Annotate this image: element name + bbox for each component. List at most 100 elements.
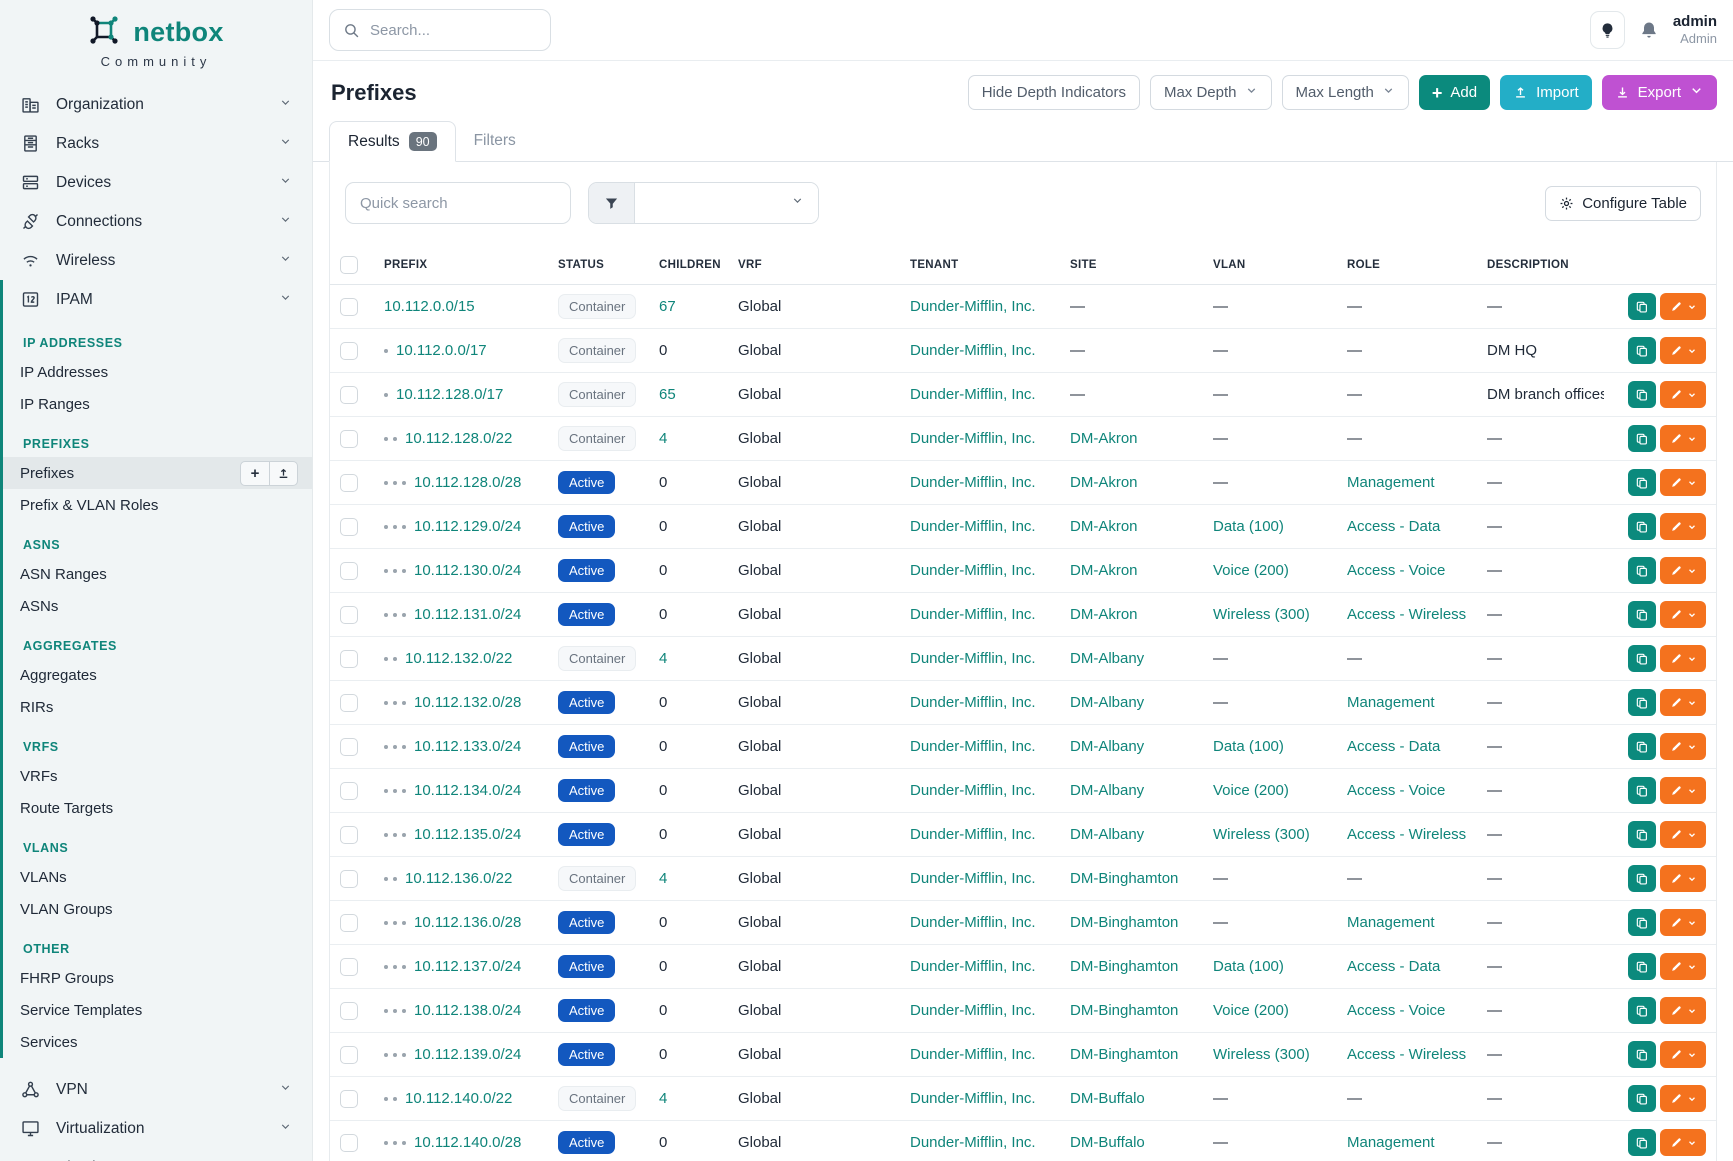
- role-link[interactable]: Access - Wireless: [1347, 1046, 1466, 1063]
- prefix-link[interactable]: 10.112.131.0/24: [414, 606, 521, 623]
- vlan-link[interactable]: Voice (200): [1213, 782, 1289, 799]
- site-link[interactable]: DM-Buffalo: [1070, 1090, 1145, 1107]
- row-checkbox[interactable]: [340, 826, 358, 844]
- edit-button[interactable]: [1660, 953, 1706, 980]
- column-header-role[interactable]: ROLE: [1337, 246, 1477, 285]
- role-link[interactable]: Management: [1347, 1134, 1435, 1151]
- row-checkbox[interactable]: [340, 474, 358, 492]
- role-link[interactable]: Access - Wireless: [1347, 826, 1466, 843]
- site-link[interactable]: DM-Buffalo: [1070, 1134, 1145, 1151]
- site-link[interactable]: DM-Akron: [1070, 474, 1138, 491]
- role-link[interactable]: Management: [1347, 474, 1435, 491]
- edit-button[interactable]: [1660, 425, 1706, 452]
- row-checkbox[interactable]: [340, 1134, 358, 1152]
- sidebar-item-ip-addresses[interactable]: IP Addresses: [3, 356, 312, 388]
- sidebar-item-vlans[interactable]: VLANs: [3, 861, 312, 893]
- prefix-link[interactable]: 10.112.138.0/24: [414, 1002, 521, 1019]
- search-input[interactable]: [370, 22, 537, 39]
- vlan-link[interactable]: Wireless (300): [1213, 826, 1310, 843]
- vlan-link[interactable]: Wireless (300): [1213, 1046, 1310, 1063]
- tenant-link[interactable]: Dunder-Mifflin, Inc.: [910, 870, 1036, 887]
- row-checkbox[interactable]: [340, 1046, 358, 1064]
- prefix-link[interactable]: 10.112.134.0/24: [414, 782, 521, 799]
- children-count-link[interactable]: 4: [659, 650, 667, 667]
- clone-button[interactable]: [1628, 425, 1656, 452]
- row-checkbox[interactable]: [340, 430, 358, 448]
- prefix-link[interactable]: 10.112.0.0/17: [396, 342, 487, 359]
- prefix-link[interactable]: 10.112.128.0/28: [414, 474, 521, 491]
- role-link[interactable]: Access - Voice: [1347, 782, 1445, 799]
- tenant-link[interactable]: Dunder-Mifflin, Inc.: [910, 650, 1036, 667]
- edit-button[interactable]: [1660, 1041, 1706, 1068]
- children-count-link[interactable]: 4: [659, 430, 667, 447]
- clone-button[interactable]: [1628, 337, 1656, 364]
- clone-button[interactable]: [1628, 733, 1656, 760]
- edit-button[interactable]: [1660, 909, 1706, 936]
- tenant-link[interactable]: Dunder-Mifflin, Inc.: [910, 386, 1036, 403]
- sidebar-item-devices[interactable]: Devices: [0, 163, 312, 202]
- vlan-link[interactable]: Data (100): [1213, 958, 1284, 975]
- vlan-link[interactable]: Data (100): [1213, 738, 1284, 755]
- site-link[interactable]: DM-Albany: [1070, 738, 1144, 755]
- clone-button[interactable]: [1628, 293, 1656, 320]
- site-link[interactable]: DM-Albany: [1070, 694, 1144, 711]
- clone-button[interactable]: [1628, 909, 1656, 936]
- tenant-link[interactable]: Dunder-Mifflin, Inc.: [910, 694, 1036, 711]
- row-checkbox[interactable]: [340, 298, 358, 316]
- edit-button[interactable]: [1660, 557, 1706, 584]
- column-header-site[interactable]: SITE: [1060, 246, 1203, 285]
- prefix-link[interactable]: 10.112.135.0/24: [414, 826, 521, 843]
- column-header-vrf[interactable]: VRF: [728, 246, 900, 285]
- edit-button[interactable]: [1660, 513, 1706, 540]
- prefix-link[interactable]: 10.112.133.0/24: [414, 738, 521, 755]
- filter-button[interactable]: [589, 183, 635, 223]
- add-button[interactable]: + Add: [1419, 75, 1490, 110]
- vlan-link[interactable]: Data (100): [1213, 518, 1284, 535]
- prefix-link[interactable]: 10.112.140.0/28: [414, 1134, 521, 1151]
- column-header-status[interactable]: STATUS: [548, 246, 649, 285]
- edit-button[interactable]: [1660, 777, 1706, 804]
- tenant-link[interactable]: Dunder-Mifflin, Inc.: [910, 298, 1036, 315]
- tab-results[interactable]: Results90: [329, 121, 456, 162]
- edit-button[interactable]: [1660, 601, 1706, 628]
- sidebar-item-vrfs[interactable]: VRFs: [3, 760, 312, 792]
- site-link[interactable]: DM-Binghamton: [1070, 1002, 1178, 1019]
- clone-button[interactable]: [1628, 381, 1656, 408]
- sidebar-item-service-templates[interactable]: Service Templates: [3, 994, 312, 1026]
- row-checkbox[interactable]: [340, 386, 358, 404]
- sidebar-item-route-targets[interactable]: Route Targets: [3, 792, 312, 824]
- role-link[interactable]: Access - Wireless: [1347, 606, 1466, 623]
- theme-toggle-button[interactable]: [1590, 11, 1625, 49]
- site-link[interactable]: DM-Albany: [1070, 826, 1144, 843]
- row-checkbox[interactable]: [340, 914, 358, 932]
- row-checkbox[interactable]: [340, 606, 358, 624]
- site-link[interactable]: DM-Akron: [1070, 606, 1138, 623]
- sidebar-item-circuits[interactable]: Circuits: [0, 1148, 312, 1161]
- prefix-link[interactable]: 10.112.136.0/28: [414, 914, 521, 931]
- edit-button[interactable]: [1660, 997, 1706, 1024]
- tenant-link[interactable]: Dunder-Mifflin, Inc.: [910, 782, 1036, 799]
- row-checkbox[interactable]: [340, 694, 358, 712]
- prefix-link[interactable]: 10.112.132.0/28: [414, 694, 521, 711]
- tenant-link[interactable]: Dunder-Mifflin, Inc.: [910, 606, 1036, 623]
- edit-button[interactable]: [1660, 381, 1706, 408]
- site-link[interactable]: DM-Binghamton: [1070, 914, 1178, 931]
- export-dropdown[interactable]: Export: [1602, 75, 1717, 110]
- user-menu[interactable]: admin Admin: [1673, 13, 1717, 47]
- site-link[interactable]: DM-Albany: [1070, 782, 1144, 799]
- row-checkbox[interactable]: [340, 870, 358, 888]
- clone-button[interactable]: [1628, 645, 1656, 672]
- edit-button[interactable]: [1660, 689, 1706, 716]
- row-checkbox[interactable]: [340, 1002, 358, 1020]
- site-link[interactable]: DM-Binghamton: [1070, 870, 1178, 887]
- clone-button[interactable]: [1628, 777, 1656, 804]
- tenant-link[interactable]: Dunder-Mifflin, Inc.: [910, 914, 1036, 931]
- vlan-link[interactable]: Voice (200): [1213, 1002, 1289, 1019]
- tenant-link[interactable]: Dunder-Mifflin, Inc.: [910, 518, 1036, 535]
- hide-depth-indicators-button[interactable]: Hide Depth Indicators: [968, 75, 1140, 110]
- column-header-tenant[interactable]: TENANT: [900, 246, 1060, 285]
- vlan-link[interactable]: Wireless (300): [1213, 606, 1310, 623]
- role-link[interactable]: Management: [1347, 914, 1435, 931]
- prefix-link[interactable]: 10.112.128.0/17: [396, 386, 503, 403]
- sidebar-item-asn-ranges[interactable]: ASN Ranges: [3, 558, 312, 590]
